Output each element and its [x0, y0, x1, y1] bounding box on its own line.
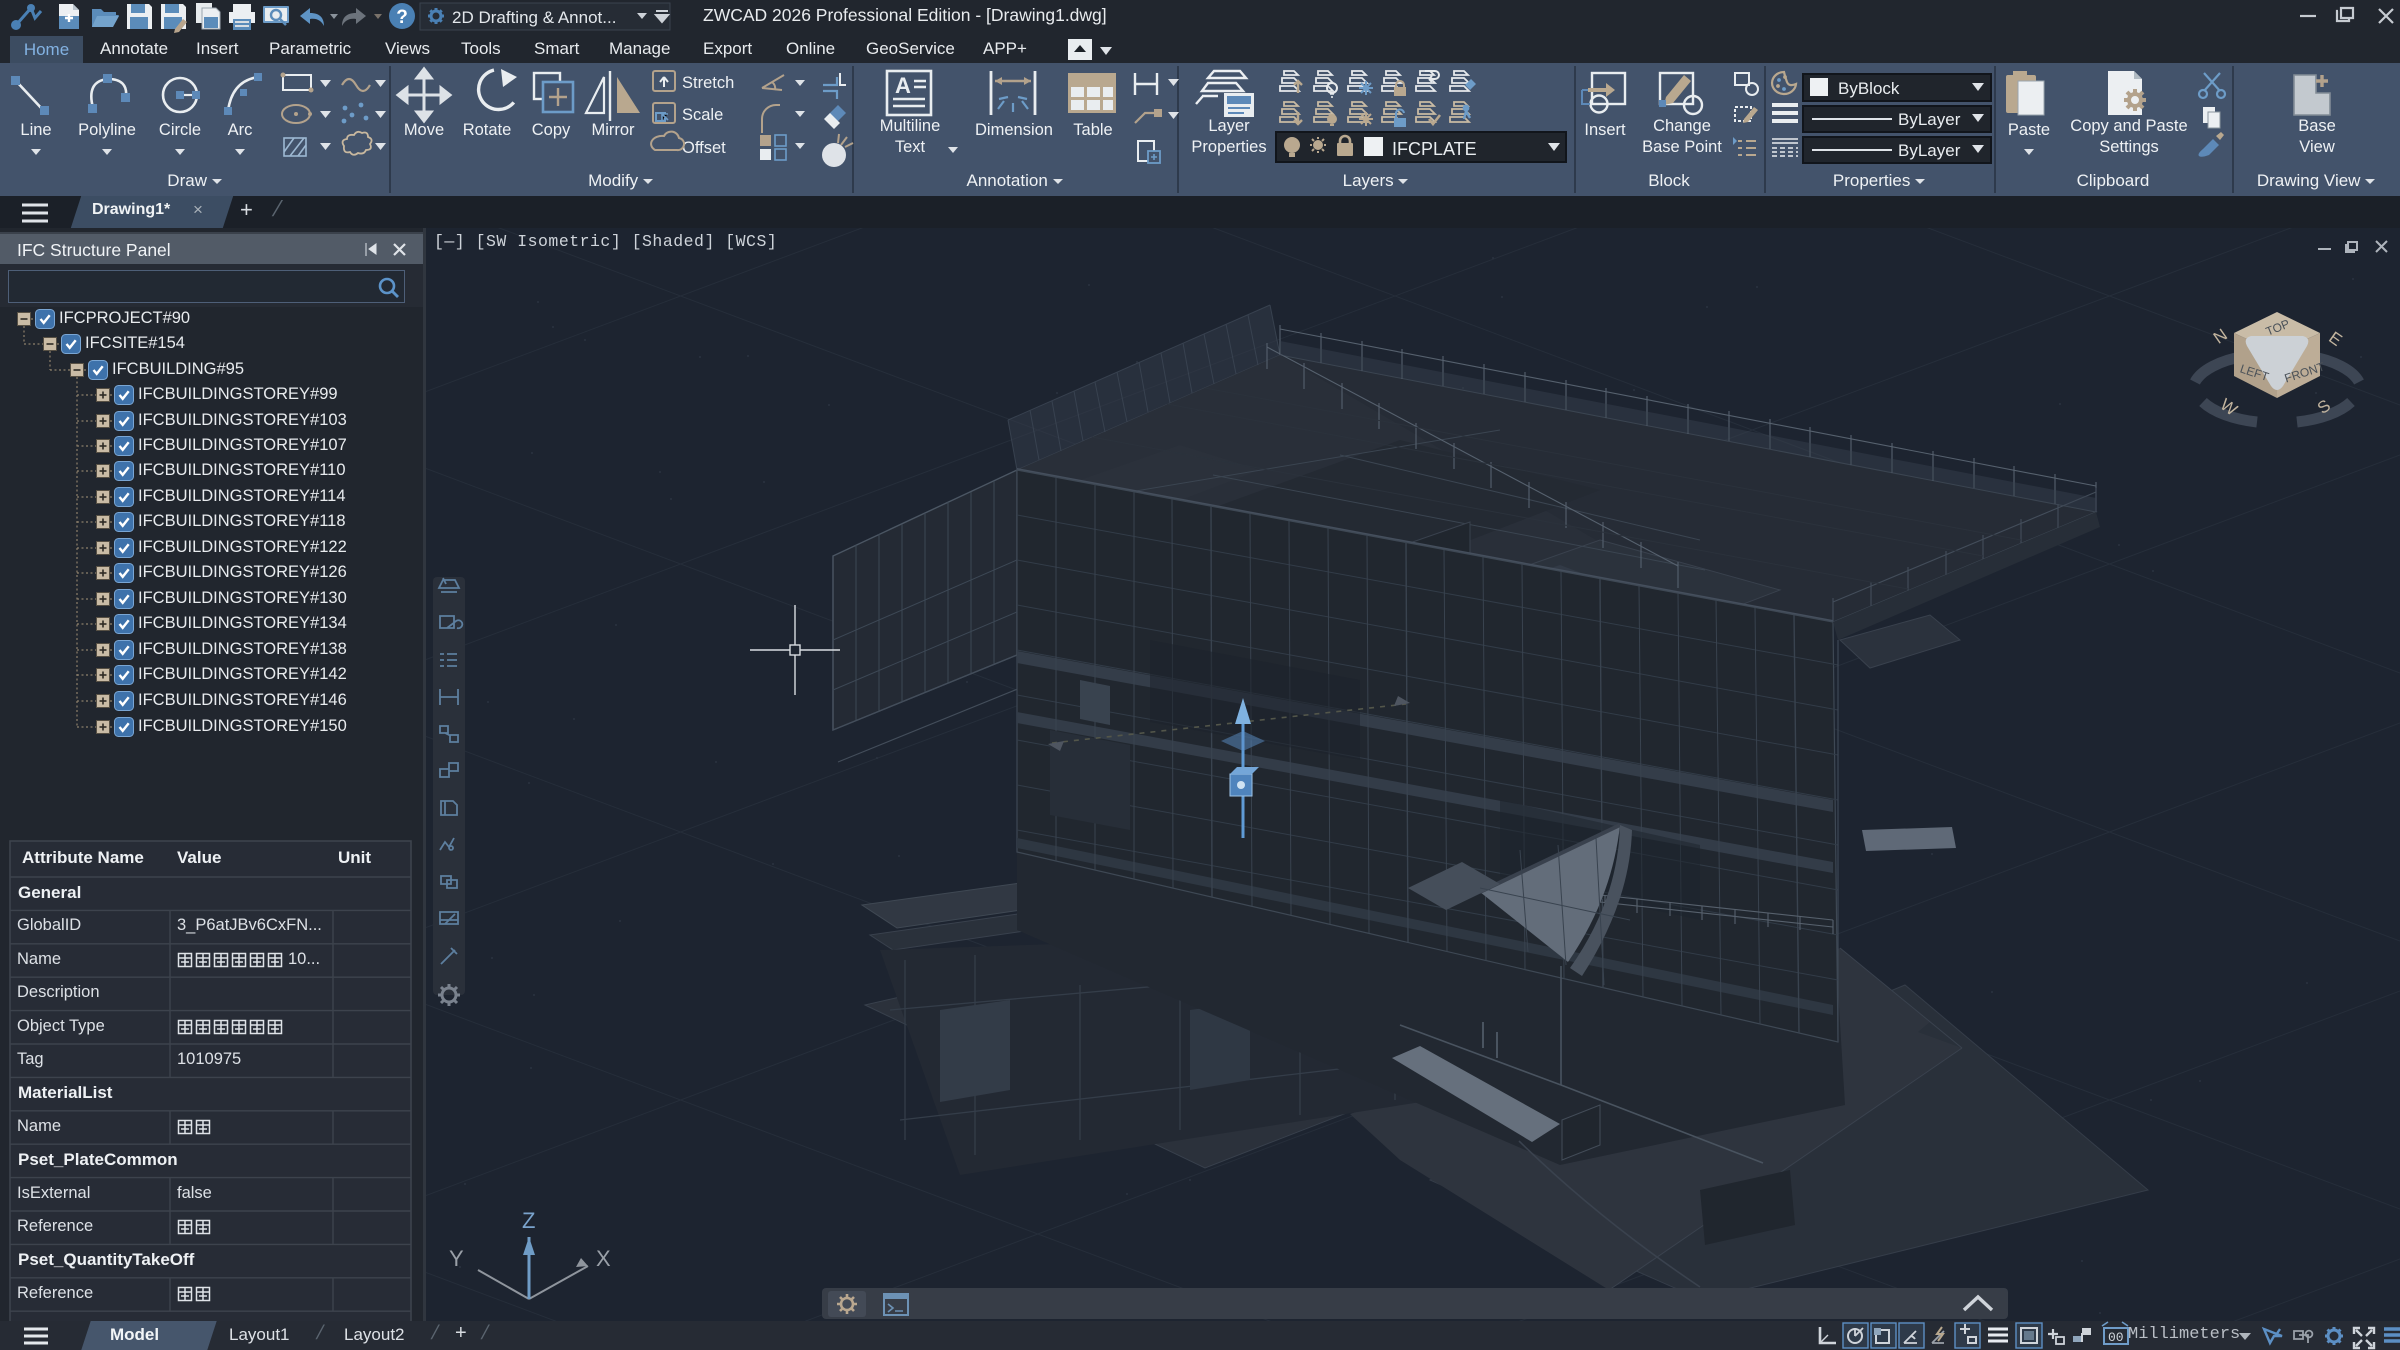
svg-text:ByLayer: ByLayer — [1898, 141, 1961, 160]
svg-text:Y: Y — [449, 1246, 464, 1271]
svg-text:2D Drafting & Annot...: 2D Drafting & Annot... — [452, 8, 616, 27]
svg-text:A: A — [895, 73, 911, 98]
svg-text:00: 00 — [2108, 1330, 2124, 1345]
svg-text:ByBlock: ByBlock — [1838, 79, 1900, 98]
svg-text:ByLayer: ByLayer — [1898, 110, 1961, 129]
svg-text:Z: Z — [522, 1208, 535, 1233]
svg-text:E: E — [2325, 328, 2345, 350]
svg-text:X: X — [596, 1246, 611, 1271]
svg-text:N: N — [2210, 325, 2231, 348]
svg-text:?: ? — [396, 7, 408, 28]
svg-text:IFCPLATE: IFCPLATE — [1392, 139, 1477, 159]
